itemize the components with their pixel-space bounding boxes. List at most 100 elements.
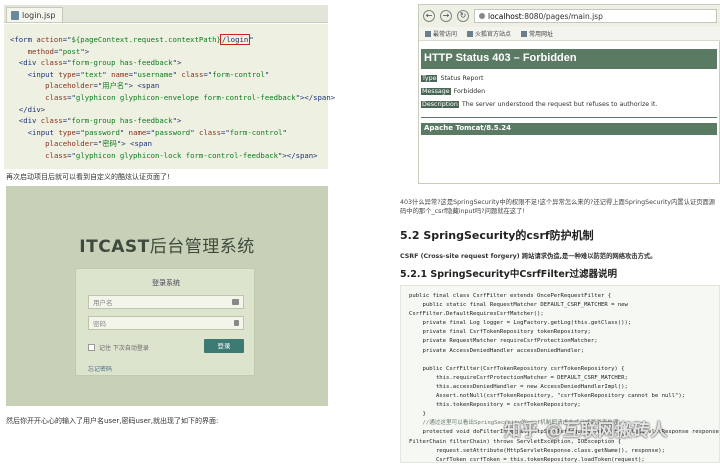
login-page-screenshot: ITCAST后台管理系统 登录系统 用户名 密码 记住 下次自动登录 登录 忘记… bbox=[6, 186, 328, 406]
bookmark-item[interactable]: 常用网址 bbox=[521, 29, 553, 38]
code-token: class bbox=[45, 92, 68, 102]
error-divider bbox=[421, 117, 717, 118]
code-token: <form bbox=[10, 35, 37, 44]
browser-window: ← → ↻ localhost:8080/pages/main.jsp 最常访问… bbox=[418, 4, 720, 184]
code-token: name bbox=[111, 69, 129, 79]
remember-me-row: 记住 下次自动登录 bbox=[88, 343, 149, 352]
code-token: class bbox=[181, 69, 204, 79]
code-token: =" bbox=[220, 127, 230, 137]
code-token: " bbox=[282, 127, 287, 137]
code-token: placeholder bbox=[45, 139, 94, 149]
code-token: action bbox=[36, 35, 63, 44]
code-token: <input bbox=[27, 69, 59, 79]
java-code-line bbox=[409, 356, 719, 365]
forward-arrow-icon[interactable]: → bbox=[440, 10, 452, 22]
code-token: class bbox=[40, 116, 63, 126]
bookmark-item[interactable]: 火狐官方站点 bbox=[467, 29, 511, 38]
code-token: username bbox=[137, 69, 173, 79]
address-bar[interactable]: localhost:8080/pages/main.jsp bbox=[474, 9, 717, 23]
editor-tab-bar: login.jsp bbox=[4, 5, 328, 23]
java-code-line: private RequestMatcher requireCsrfProtec… bbox=[409, 338, 598, 345]
code-token: =" bbox=[75, 127, 85, 137]
code-token: glyphicon glyphicon-lock form-control-fe… bbox=[75, 150, 279, 160]
section-heading-5-2-1: 5.2.1 SpringSecurity中CsrfFilter过滤器说明 bbox=[400, 269, 617, 280]
code-token: =" bbox=[75, 69, 85, 79]
code-token: class bbox=[199, 127, 221, 137]
envelope-icon bbox=[232, 299, 239, 305]
code-line: <form action="${pageContext.request.cont… bbox=[10, 34, 328, 46]
code-token: =" bbox=[53, 46, 63, 56]
java-code-line: private final Log logger = LogFactory.ge… bbox=[409, 320, 632, 327]
bookmark-item[interactable]: 最常访问 bbox=[425, 29, 457, 38]
username-placeholder: 用户名 bbox=[93, 299, 113, 307]
code-token: =" bbox=[146, 127, 156, 137]
java-code-line: public final class CsrfFilter extends On… bbox=[409, 293, 612, 299]
error-type-label: Type bbox=[421, 75, 438, 82]
code-token: =" bbox=[203, 69, 213, 79]
code-token: <div bbox=[18, 58, 41, 68]
code-token: name bbox=[128, 127, 147, 137]
java-code-line: public static final RequestMatcher DEFAU… bbox=[409, 302, 628, 309]
error-footer: Apache Tomcat/8.5.24 bbox=[421, 123, 717, 135]
remember-me-label: 记住 下次自动登录 bbox=[99, 345, 149, 352]
code-token: =" bbox=[62, 35, 72, 44]
username-input[interactable]: 用户名 bbox=[88, 295, 244, 309]
back-arrow-icon[interactable]: ← bbox=[423, 10, 435, 22]
code-line: <div class="form-group has-feedback"> bbox=[10, 115, 328, 127]
java-code-line: this.requireCsrfProtectionMatcher = DEFA… bbox=[409, 374, 628, 381]
java-code-line: private AccessDeniedHandler accessDenied… bbox=[409, 347, 585, 354]
code-token: "></span> bbox=[278, 150, 318, 160]
code-token: " bbox=[190, 127, 199, 137]
error-title: HTTP Status 403 – Forbidden bbox=[421, 49, 717, 69]
remember-me-checkbox[interactable] bbox=[88, 344, 95, 351]
caption-bottom: 然后你开开心心的输入了用户名user,密码user,就出现了如下的界面: bbox=[6, 417, 219, 425]
java-code-line: request.setAttribute(HttpServletResponse… bbox=[409, 447, 665, 454]
code-token: password bbox=[155, 127, 191, 137]
page-icon bbox=[467, 30, 474, 37]
login-button[interactable]: 登录 bbox=[204, 339, 244, 353]
code-token: form-control bbox=[212, 69, 265, 79]
code-token: type bbox=[58, 69, 76, 79]
code-token: "> <span bbox=[116, 139, 153, 149]
reload-icon[interactable]: ↻ bbox=[457, 10, 469, 22]
code-line: <input type="password" name="password" c… bbox=[10, 127, 328, 139]
code-token: "> bbox=[172, 116, 182, 126]
url-domain: localhost bbox=[488, 11, 522, 21]
password-placeholder: 密码 bbox=[93, 320, 106, 328]
code-line: <div class="form-group has-feedback"> bbox=[10, 57, 328, 69]
bookmarks-bar: 最常访问 火狐官方站点 常用网址 bbox=[419, 27, 720, 41]
code-token: "> bbox=[80, 46, 90, 56]
code-token: ${pageContext.request.contextPath} bbox=[71, 35, 221, 44]
code-line: method="post"> bbox=[10, 46, 328, 58]
code-token: =" bbox=[67, 150, 76, 160]
password-input[interactable]: 密码 bbox=[88, 316, 244, 330]
java-code-line: this.accessDeniedHandler = new AccessDen… bbox=[409, 383, 628, 390]
editor-tab[interactable]: login.jsp bbox=[6, 7, 63, 22]
code-token: method bbox=[27, 46, 54, 56]
code-token: " bbox=[102, 69, 112, 79]
bookmark-label: 常用网址 bbox=[529, 31, 554, 38]
login-box: 登录系统 用户名 密码 记住 下次自动登录 登录 忘记密码 bbox=[75, 268, 255, 376]
gear-icon bbox=[425, 30, 431, 37]
code-token: =" bbox=[62, 116, 72, 126]
error-description-label: Description bbox=[421, 101, 459, 108]
code-token: </div> bbox=[18, 104, 46, 114]
java-code-line: CsrfToken csrfToken = this.tokenReposito… bbox=[409, 456, 645, 463]
caption-top: 再次启动项目后就可以看到自定义的酷炫认证页面了! bbox=[6, 173, 170, 181]
forgot-password-link[interactable]: 忘记密码 bbox=[88, 364, 112, 373]
code-token: " bbox=[119, 127, 129, 137]
code-token: "> bbox=[172, 58, 182, 68]
error-message-label: Message bbox=[421, 88, 451, 95]
code-line: placeholder="密码"> <span bbox=[10, 138, 328, 150]
left-column: login.jsp <form action="${pageContext.re… bbox=[0, 0, 335, 463]
browser-nav-bar: ← → ↻ localhost:8080/pages/main.jsp bbox=[419, 5, 720, 27]
code-token: <input bbox=[27, 127, 59, 137]
error-message-line: Message Forbidden bbox=[421, 88, 485, 95]
error-type-line: Type Status Report bbox=[421, 75, 483, 82]
url-rest: :8080/pages/main.jsp bbox=[521, 11, 603, 21]
code-token: =" bbox=[93, 139, 103, 149]
code-token: class bbox=[45, 150, 68, 160]
page-icon bbox=[521, 30, 528, 37]
error-description-line: Description The server understood the req… bbox=[421, 101, 657, 108]
code-token: password bbox=[84, 127, 120, 137]
